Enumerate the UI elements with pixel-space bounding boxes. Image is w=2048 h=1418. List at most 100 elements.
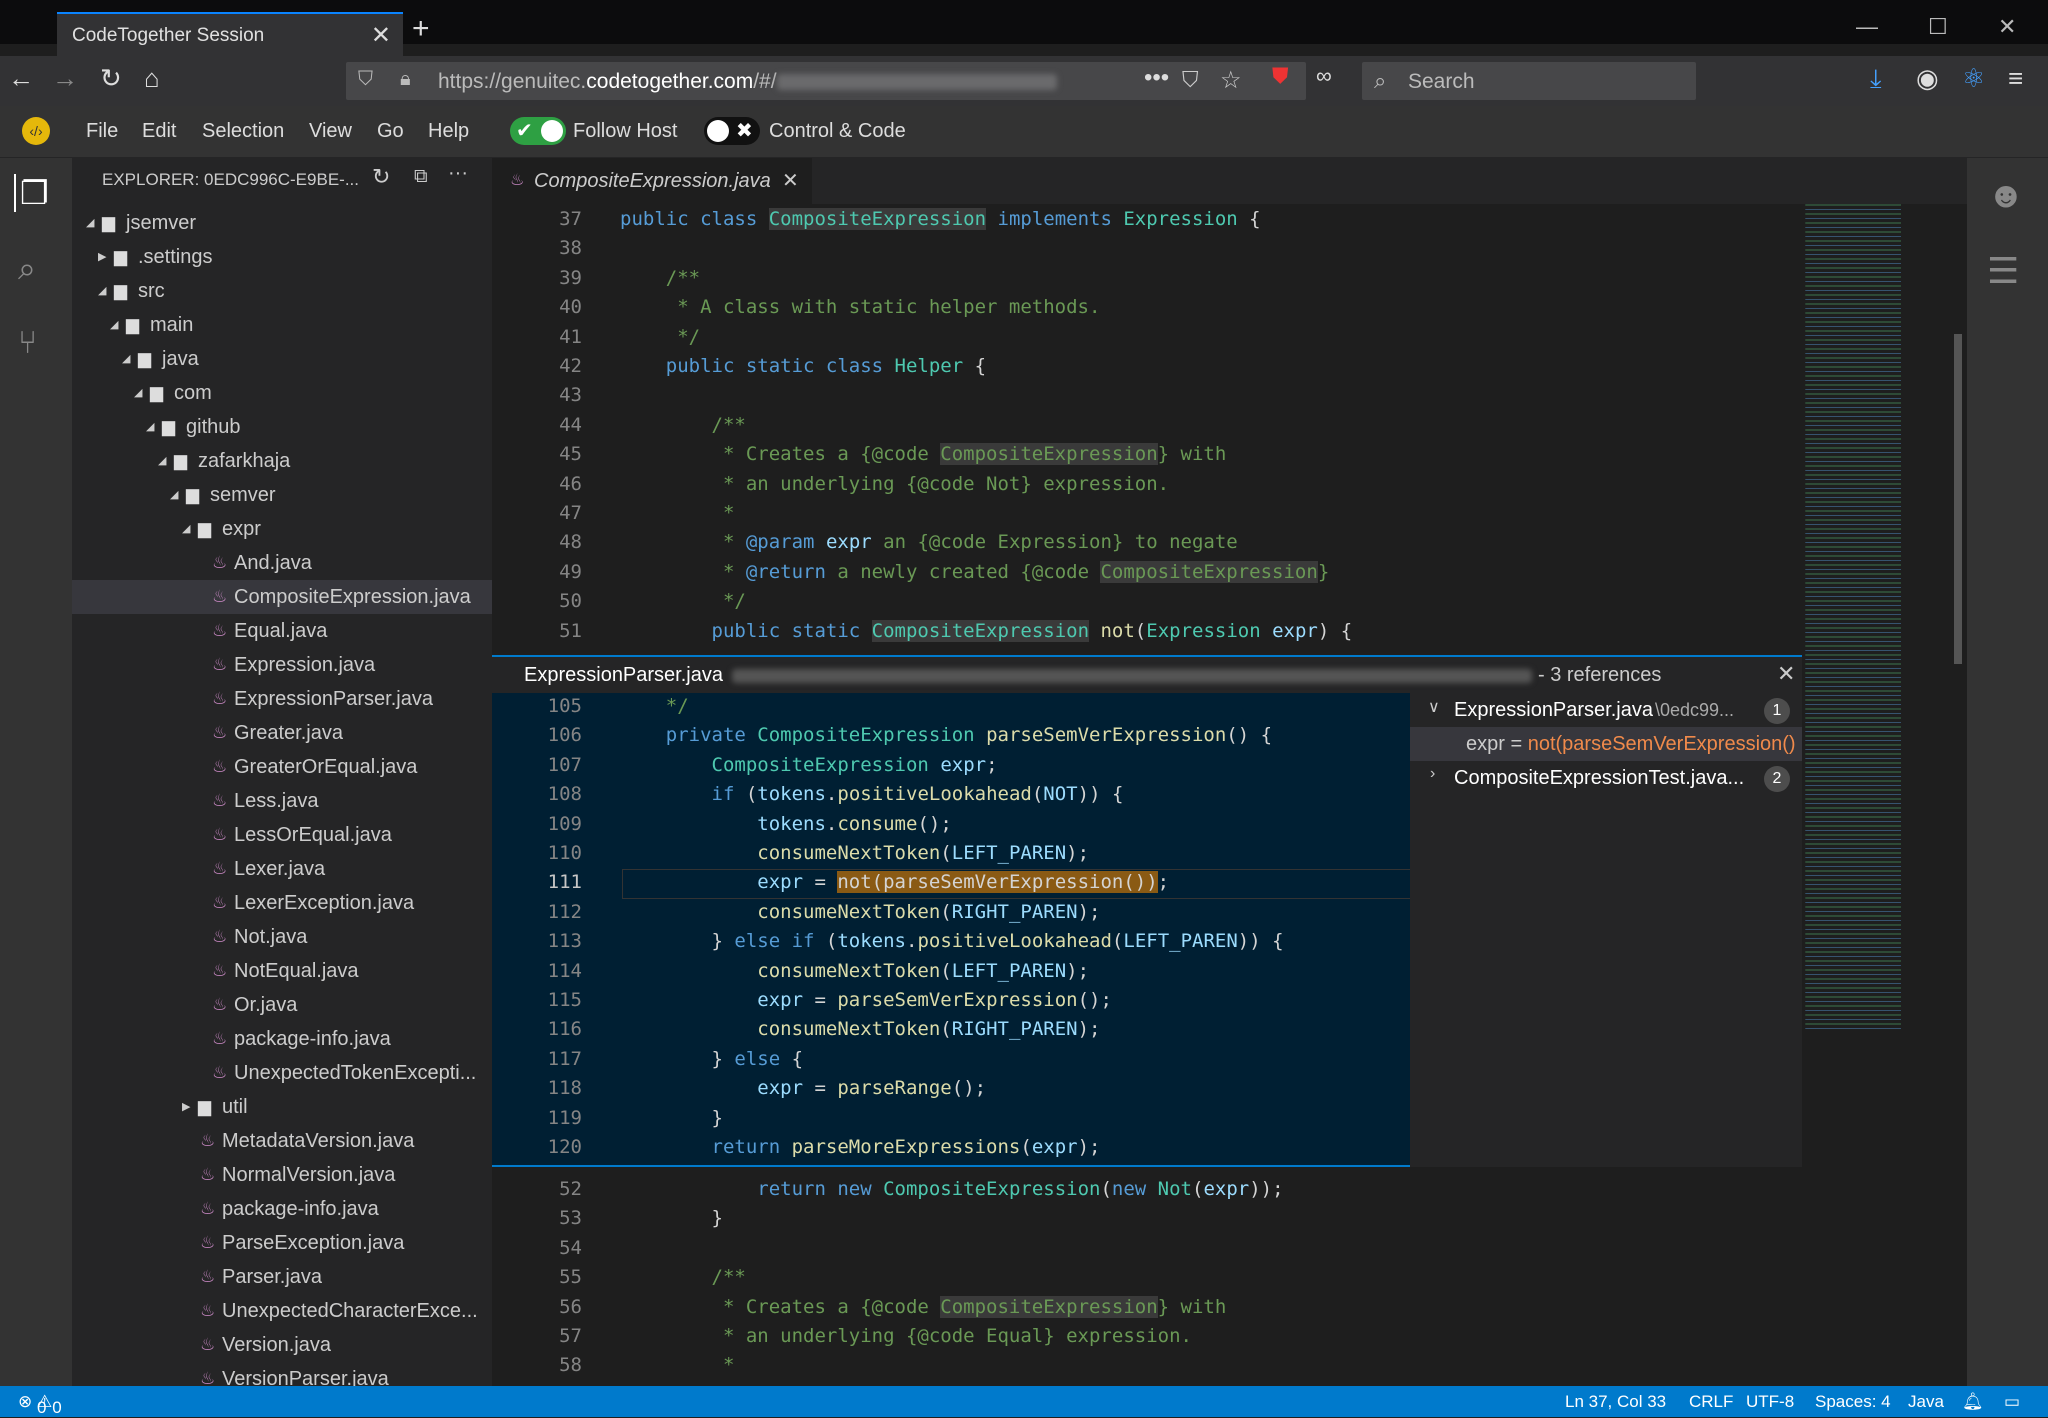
tree-file[interactable]: ♨ Less.java xyxy=(72,784,492,818)
explorer-icon[interactable]: ❐ xyxy=(14,174,49,212)
tree-file[interactable]: ♨ Not.java xyxy=(72,920,492,954)
tree-file[interactable]: ♨ UnexpectedTokenExcepti... xyxy=(72,1056,492,1090)
download-icon[interactable]: ⤓ xyxy=(1870,65,1882,91)
close-tab-icon[interactable]: ✕ xyxy=(371,21,391,50)
list-icon[interactable]: ☰ xyxy=(1987,250,2019,292)
chevron-down-icon[interactable]: ◢ xyxy=(182,512,190,546)
tree-folder[interactable]: ◢ ▆ com xyxy=(72,376,492,410)
collapse-all-icon[interactable]: ⧉ xyxy=(414,166,428,188)
new-tab-icon[interactable]: + xyxy=(412,14,430,44)
menu-file[interactable]: File xyxy=(86,120,118,143)
tree-file[interactable]: ♨ package-info.java xyxy=(72,1192,492,1226)
window-close-icon[interactable]: ✕ xyxy=(1998,14,2016,40)
chevron-down-icon[interactable]: ◢ xyxy=(158,444,166,478)
chevron-down-icon[interactable]: ◢ xyxy=(146,410,154,444)
mask-icon[interactable]: ∞ xyxy=(1316,65,1332,87)
ref-item[interactable]: expr = not(parseSemVerExpression() xyxy=(1410,727,1802,761)
tree-folder[interactable]: ◢ ▆ java xyxy=(72,342,492,376)
more-actions-icon[interactable]: ··· xyxy=(448,162,468,185)
chevron-down-icon[interactable]: ◢ xyxy=(170,478,178,512)
ref-group-1[interactable]: ∨ ExpressionParser.java \0edc99... 1 xyxy=(1410,693,1802,727)
editor-tab[interactable]: ♨ CompositeExpression.java ✕ xyxy=(492,158,812,204)
tree-folder[interactable]: ◢ ▆ expr xyxy=(72,512,492,546)
url-bar[interactable]: ⛉ 🔒︎ https://genuitec.codetogether.com/#… xyxy=(346,62,1306,100)
tree-file[interactable]: ♨ Version.java xyxy=(72,1328,492,1362)
tree-file[interactable]: ♨ GreaterOrEqual.java xyxy=(72,750,492,784)
tree-file[interactable]: ♨ Equal.java xyxy=(72,614,492,648)
line-ending[interactable]: CRLF xyxy=(1689,1392,1733,1412)
tree-file[interactable]: ♨ Or.java xyxy=(72,988,492,1022)
forward-icon[interactable]: → xyxy=(52,65,78,91)
tree-file[interactable]: ♨ CompositeExpression.java xyxy=(72,580,492,614)
cursor-position[interactable]: Ln 37, Col 33 xyxy=(1565,1392,1666,1412)
pocket-icon[interactable]: ⛉ xyxy=(1182,67,1199,93)
tree-file[interactable]: ♨ Greater.java xyxy=(72,716,492,750)
tree-folder[interactable]: ◢ ▆ github xyxy=(72,410,492,444)
refresh-icon[interactable]: ↻ xyxy=(372,164,390,190)
scrollbar-thumb[interactable] xyxy=(1954,334,1962,664)
tree-folder[interactable]: ◢ ▆ jsemver xyxy=(72,206,492,240)
tree-file[interactable]: ♨ NormalVersion.java xyxy=(72,1158,492,1192)
minimap[interactable] xyxy=(1802,204,1967,1386)
chevron-down-icon[interactable]: ◢ xyxy=(98,274,106,308)
tree-file[interactable]: ♨ LexerException.java xyxy=(72,886,492,920)
menu-view[interactable]: View xyxy=(309,120,352,143)
tree-file[interactable]: ♨ package-info.java xyxy=(72,1022,492,1056)
tree-file[interactable]: ♨ And.java xyxy=(72,546,492,580)
tree-folder[interactable]: ◢ ▆ zafarkhaja xyxy=(72,444,492,478)
encoding[interactable]: UTF-8 xyxy=(1746,1392,1794,1412)
tree-file[interactable]: ♨ Lexer.java xyxy=(72,852,492,886)
minimize-icon[interactable]: — xyxy=(1856,14,1878,40)
tree-folder[interactable]: ◢ ▆ main xyxy=(72,308,492,342)
follow-host-toggle[interactable]: ✔ xyxy=(510,117,566,145)
tree-folder[interactable]: ◢ ▆ src xyxy=(72,274,492,308)
tree-file[interactable]: ♨ MetadataVersion.java xyxy=(72,1124,492,1158)
account-icon[interactable]: ◉ xyxy=(1916,65,1939,91)
control-code-toggle[interactable]: ✖ xyxy=(704,117,760,145)
bookmark-star-icon[interactable]: ☆ xyxy=(1220,66,1242,95)
menu-edit[interactable]: Edit xyxy=(142,120,176,143)
browser-tab[interactable]: CodeTogether Session ✕ xyxy=(57,12,403,56)
browser-search[interactable]: ⌕ Search xyxy=(1362,62,1696,100)
tree-file[interactable]: ♨ NotEqual.java xyxy=(72,954,492,988)
chevron-down-icon[interactable]: ◢ xyxy=(122,342,130,376)
hamburger-menu-icon[interactable]: ≡ xyxy=(2008,65,2023,91)
tree-file[interactable]: ♨ LessOrEqual.java xyxy=(72,818,492,852)
ublock-icon[interactable]: ⛊ xyxy=(1272,65,1289,87)
search-icon[interactable]: ⌕ xyxy=(18,250,36,288)
problems-indicator[interactable]: ⊗ 0 ⚠ 0 xyxy=(18,1392,62,1417)
tree-file[interactable]: ♨ ParseException.java xyxy=(72,1226,492,1260)
menu-selection[interactable]: Selection xyxy=(202,120,284,143)
tree-file[interactable]: ♨ Expression.java xyxy=(72,648,492,682)
tree-folder[interactable]: ▶ ▆ util xyxy=(72,1090,492,1124)
menu-go[interactable]: Go xyxy=(377,120,404,143)
tree-file[interactable]: ♨ ExpressionParser.java xyxy=(72,682,492,716)
chevron-down-icon[interactable]: ◢ xyxy=(110,308,118,342)
page-actions-icon[interactable]: ••• xyxy=(1144,64,1169,92)
chevron-right-icon[interactable]: ▶ xyxy=(98,240,106,274)
reload-icon[interactable]: ↻ xyxy=(100,65,122,91)
menu-help[interactable]: Help xyxy=(428,120,469,143)
home-icon[interactable]: ⌂ xyxy=(144,65,160,91)
peek-close-icon[interactable]: ✕ xyxy=(1777,661,1795,687)
tree-folder[interactable]: ◢ ▆ semver xyxy=(72,478,492,512)
chevron-down-icon[interactable]: ◢ xyxy=(86,206,94,240)
react-icon[interactable]: ⚛ xyxy=(1962,65,1985,91)
participants-icon[interactable]: ☻ xyxy=(1987,174,2025,216)
bell-icon[interactable]: 🔔︎ xyxy=(1962,1392,1984,1412)
panel-toggle-icon[interactable]: ▭ xyxy=(2004,1392,2020,1412)
indentation[interactable]: Spaces: 4 xyxy=(1815,1392,1891,1412)
tree-file[interactable]: ♨ VersionParser.java xyxy=(72,1362,492,1386)
chevron-down-icon[interactable]: ◢ xyxy=(134,376,142,410)
shield-icon[interactable]: ⛉ xyxy=(358,68,373,91)
maximize-icon[interactable]: ☐ xyxy=(1928,14,1948,40)
tree-file[interactable]: ♨ Parser.java xyxy=(72,1260,492,1294)
chevron-right-icon[interactable]: ▶ xyxy=(182,1090,190,1124)
source-control-icon[interactable]: ⑂ xyxy=(18,324,37,361)
back-icon[interactable]: ← xyxy=(8,65,34,91)
tree-folder[interactable]: ▶ ▆ .settings xyxy=(72,240,492,274)
ref-group-2[interactable]: › CompositeExpressionTest.java... 2 xyxy=(1410,761,1802,795)
tree-file[interactable]: ♨ UnexpectedCharacterExce... xyxy=(72,1294,492,1328)
close-editor-tab-icon[interactable]: ✕ xyxy=(782,168,799,193)
language-mode[interactable]: Java xyxy=(1908,1392,1944,1412)
